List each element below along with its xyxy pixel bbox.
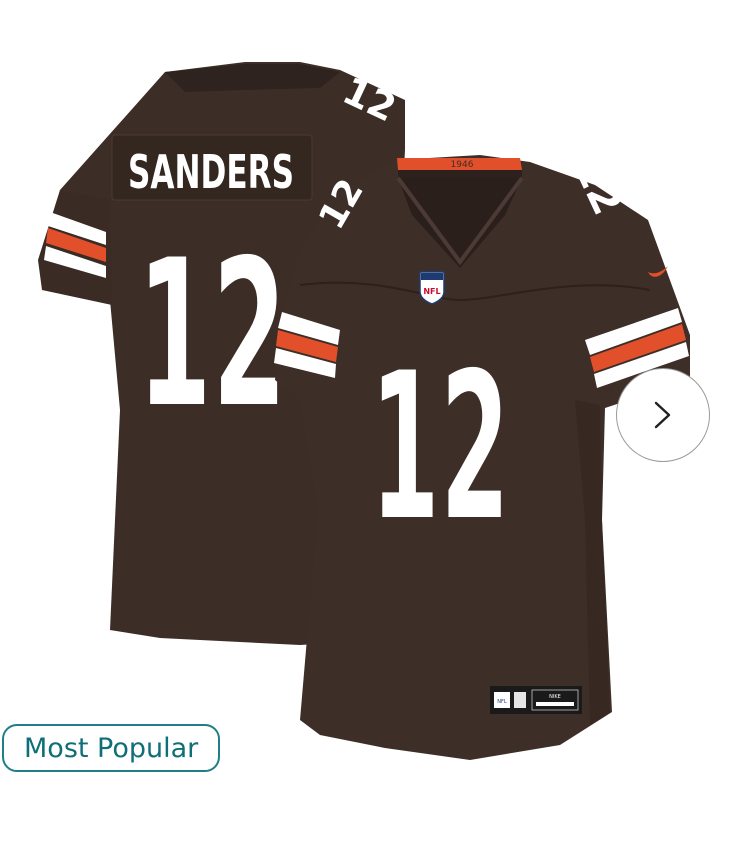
- most-popular-badge: Most Popular: [2, 724, 221, 772]
- most-popular-label: Most Popular: [24, 732, 199, 764]
- back-name-text: SANDERS: [128, 145, 294, 199]
- back-number-text: 12: [137, 216, 287, 454]
- collar-year-text: 1946: [451, 160, 474, 170]
- nfl-shield-text: NFL: [423, 287, 440, 296]
- jock-tag: NFL NIKE: [490, 686, 582, 714]
- carousel-next-button[interactable]: [616, 368, 710, 462]
- jock-tag-brand-text: NIKE: [549, 694, 561, 700]
- jock-tag-nfl-text: NFL: [497, 699, 507, 705]
- nfl-shield-logo: NFL: [419, 271, 445, 305]
- chevron-right-icon: [654, 401, 671, 429]
- front-number-text: 12: [370, 329, 510, 567]
- jersey-front: 1946 NFL 12 12 12 NFL NIKE: [274, 148, 690, 760]
